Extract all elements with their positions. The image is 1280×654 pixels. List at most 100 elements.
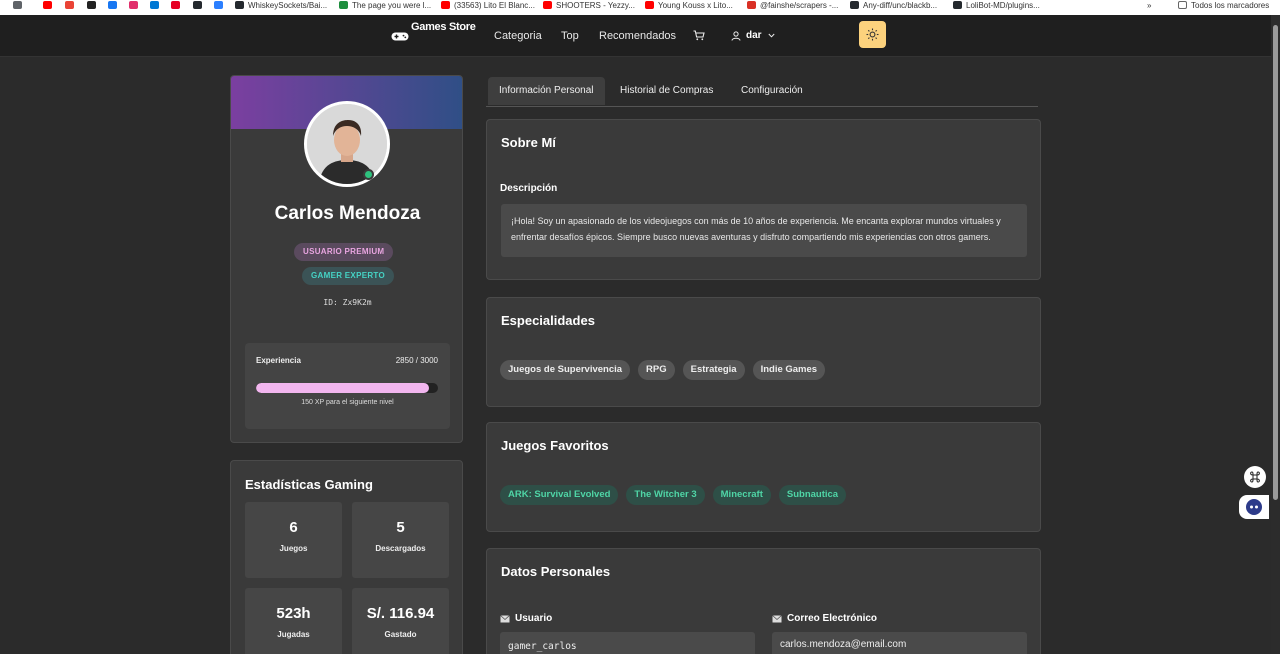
bookmark-item[interactable]: @fainshe/scrapers -... (747, 0, 838, 10)
bookmark-item[interactable]: Young Kouss x Lito... (645, 0, 733, 10)
envelope-icon (772, 614, 782, 622)
bookmark-icon[interactable] (150, 1, 159, 9)
email-field[interactable]: carlos.mendoza@email.com (772, 632, 1027, 654)
apps-icon[interactable] (13, 1, 22, 9)
stat-value: 523h (276, 605, 311, 622)
user-icon (731, 30, 741, 41)
assistant-widget-button[interactable] (1239, 495, 1269, 519)
premium-badge: USUARIO PREMIUM (294, 243, 394, 261)
github-icon (235, 1, 244, 9)
about-title: Sobre Mí (501, 135, 556, 150)
page-scrollbar[interactable] (1271, 15, 1280, 654)
youtube-icon (645, 1, 654, 9)
stat-hours: 523h Jugadas (245, 588, 342, 654)
stat-label: Jugadas (277, 630, 310, 639)
user-id: ID: Zx9K2m (323, 298, 372, 307)
assistant-icon (1246, 499, 1262, 515)
bookmarks-bar: WhiskeySockets/Bai... The page you were … (0, 0, 1280, 15)
stat-value: 5 (396, 519, 405, 536)
favorite-game-chip: Minecraft (712, 485, 771, 505)
stat-downloaded: 5 Descargados (352, 502, 449, 578)
personal-data-card: Datos Personales Usuario gamer_carlos Co… (486, 548, 1041, 654)
folder-icon (1178, 1, 1187, 9)
tab-configuracion[interactable]: Configuración (730, 77, 814, 105)
xp-note: 150 XP para el siguiente nivel (301, 399, 394, 406)
bookmark-item[interactable]: LoliBot-MD/plugins... (953, 0, 1040, 10)
command-widget-button[interactable] (1244, 466, 1266, 488)
bookmark-item[interactable]: (33563) Lito El Blanc... (441, 0, 535, 10)
navbar: Games Store Categoria Top Recomendados d… (0, 15, 1271, 57)
avatar-image (307, 104, 387, 184)
scrollbar-thumb[interactable] (1273, 25, 1278, 500)
github-icon[interactable] (193, 1, 202, 9)
tab-informacion-personal[interactable]: Información Personal (488, 77, 605, 105)
favorite-game-chip: ARK: Survival Evolved (500, 485, 619, 505)
envelope-icon (500, 614, 510, 622)
personal-data-title: Datos Personales (501, 564, 611, 579)
stat-value: S/. 116.94 (366, 605, 435, 622)
description-label: Descripción (500, 183, 558, 194)
sun-icon (866, 28, 879, 41)
cart-icon[interactable] (693, 30, 705, 41)
bookmarks-overflow[interactable]: » (1147, 0, 1151, 10)
youtube-icon[interactable] (43, 1, 52, 9)
online-status-indicator (363, 169, 374, 180)
xp-label: Experiencia (256, 356, 301, 365)
experience-panel: Experiencia 2850 / 3000 150 XP para el s… (245, 343, 450, 429)
chevron-down-icon (768, 33, 775, 38)
stat-label: Juegos (279, 544, 308, 553)
stat-value: 6 (289, 519, 298, 536)
bookmark-item[interactable]: SHOOTERS - Yezzy... (543, 0, 635, 10)
site-icon (339, 1, 348, 9)
tab-historial-compras[interactable]: Historial de Compras (609, 77, 724, 105)
specialties-card: Especialidades Juegos de Supervivencia R… (486, 297, 1041, 407)
facebook-icon[interactable] (108, 1, 117, 9)
command-icon (1250, 471, 1260, 483)
nav-link-top[interactable]: Top (561, 30, 579, 42)
description-text: ¡Hola! Soy un apasionado de los videojue… (501, 204, 1027, 257)
all-bookmarks[interactable]: Todos los marcadores (1178, 0, 1269, 10)
theme-toggle-button[interactable] (859, 21, 886, 48)
logo[interactable]: Games Store (391, 21, 476, 41)
pinterest-icon[interactable] (171, 1, 180, 9)
bookmark-item[interactable]: WhiskeySockets/Bai... (235, 0, 327, 10)
site-icon (747, 1, 756, 9)
xp-progress-fill (256, 383, 429, 393)
favorite-games-title: Juegos Favoritos (501, 438, 609, 453)
profile-card: Carlos Mendoza USUARIO PREMIUM GAMER EXP… (230, 75, 463, 443)
bookmark-item[interactable]: The page you were l... (339, 0, 431, 10)
stat-label: Descargados (375, 544, 426, 553)
xp-progress-bar (256, 383, 438, 393)
bookmark-icon[interactable] (214, 1, 223, 9)
profile-tabs: Información Personal Historial de Compra… (486, 75, 1038, 107)
user-name: dar (746, 30, 762, 41)
specialty-chip: Juegos de Supervivencia (500, 360, 631, 380)
favorite-game-chip: The Witcher 3 (626, 485, 705, 505)
favorite-game-chip: Subnautica (778, 485, 847, 505)
github-icon (953, 1, 962, 9)
stat-games: 6 Juegos (245, 502, 342, 578)
instagram-icon[interactable] (129, 1, 138, 9)
github-icon (850, 1, 859, 9)
username-label: Usuario (500, 613, 552, 624)
bookmark-icon[interactable] (87, 1, 96, 9)
gmail-icon[interactable] (65, 1, 74, 9)
specialty-chip: Estrategia (682, 360, 745, 380)
gamepad-icon (391, 32, 409, 41)
favorite-games-list: ARK: Survival Evolved The Witcher 3 Mine… (500, 485, 847, 505)
xp-value: 2850 / 3000 (395, 356, 438, 365)
profile-name: Carlos Mendoza (274, 203, 421, 224)
bookmark-item[interactable]: Any-diff/unc/blackb... (850, 0, 937, 10)
username-field[interactable]: gamer_carlos (500, 632, 755, 654)
youtube-icon (441, 1, 450, 9)
specialties-list: Juegos de Supervivencia RPG Estrategia I… (500, 360, 826, 380)
logo-text: Games Store (411, 21, 476, 33)
nav-link-categoria[interactable]: Categoria (494, 30, 542, 42)
avatar (304, 101, 390, 187)
user-menu[interactable]: dar (731, 30, 780, 41)
about-card: Sobre Mí Descripción ¡Hola! Soy un apasi… (486, 119, 1041, 280)
stats-title: Estadísticas Gaming (245, 477, 373, 492)
stat-spent: S/. 116.94 Gastado (352, 588, 449, 654)
email-label: Correo Electrónico (772, 613, 877, 624)
nav-link-recomendados[interactable]: Recomendados (599, 30, 676, 42)
